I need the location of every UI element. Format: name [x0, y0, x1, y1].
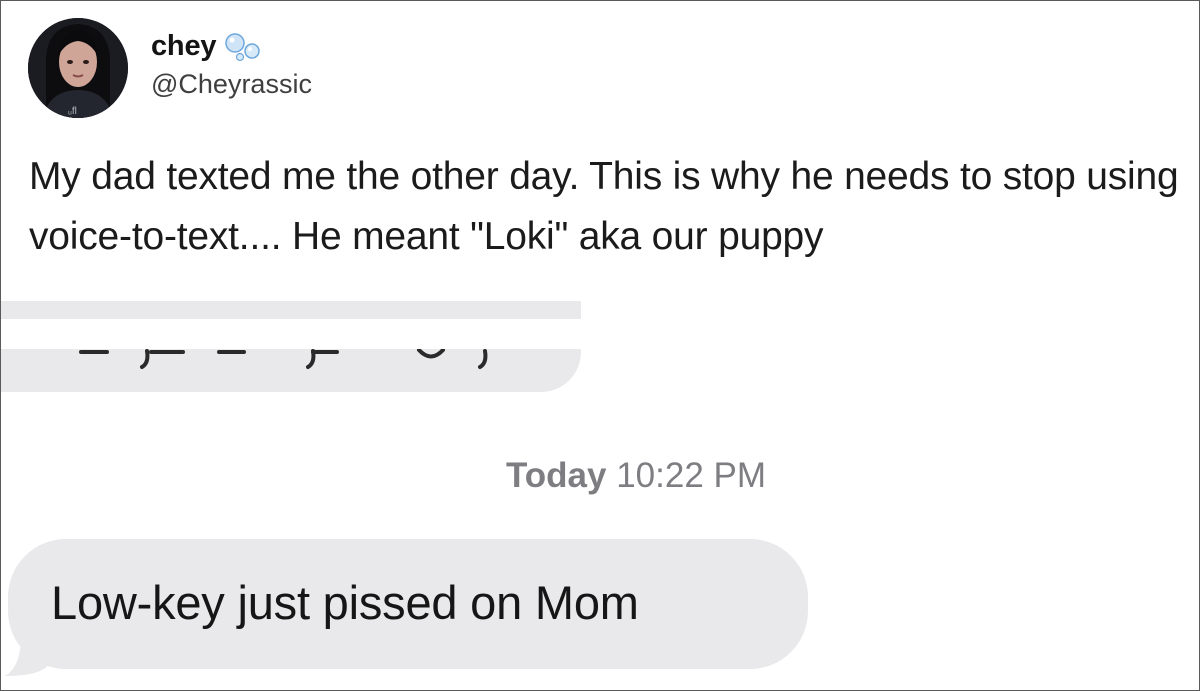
svg-text:ᵤfl: ᵤfl: [68, 106, 77, 117]
timestamp-time: 10:22 PM: [616, 456, 767, 495]
avatar-photo-icon: ᵤfl: [28, 18, 128, 118]
timestamp-day: Today: [505, 456, 607, 495]
crop-edge: [1, 319, 1199, 349]
tweet-text: My dad texted me the other day. This is …: [29, 155, 1179, 258]
message-timestamp: Today 10:22 PM: [1, 456, 1199, 496]
display-name[interactable]: chey: [151, 30, 217, 63]
avatar[interactable]: ᵤfl: [28, 18, 128, 118]
incoming-message-text: Low-key just pissed on Mom: [51, 576, 639, 629]
tweet-card: ᵤfl chey @Cheyrassic My dad texted me th…: [0, 0, 1200, 691]
author-name-row: chey: [151, 29, 264, 63]
bubbles-icon: [225, 33, 261, 62]
author-handle[interactable]: @Cheyrassic: [151, 69, 312, 100]
